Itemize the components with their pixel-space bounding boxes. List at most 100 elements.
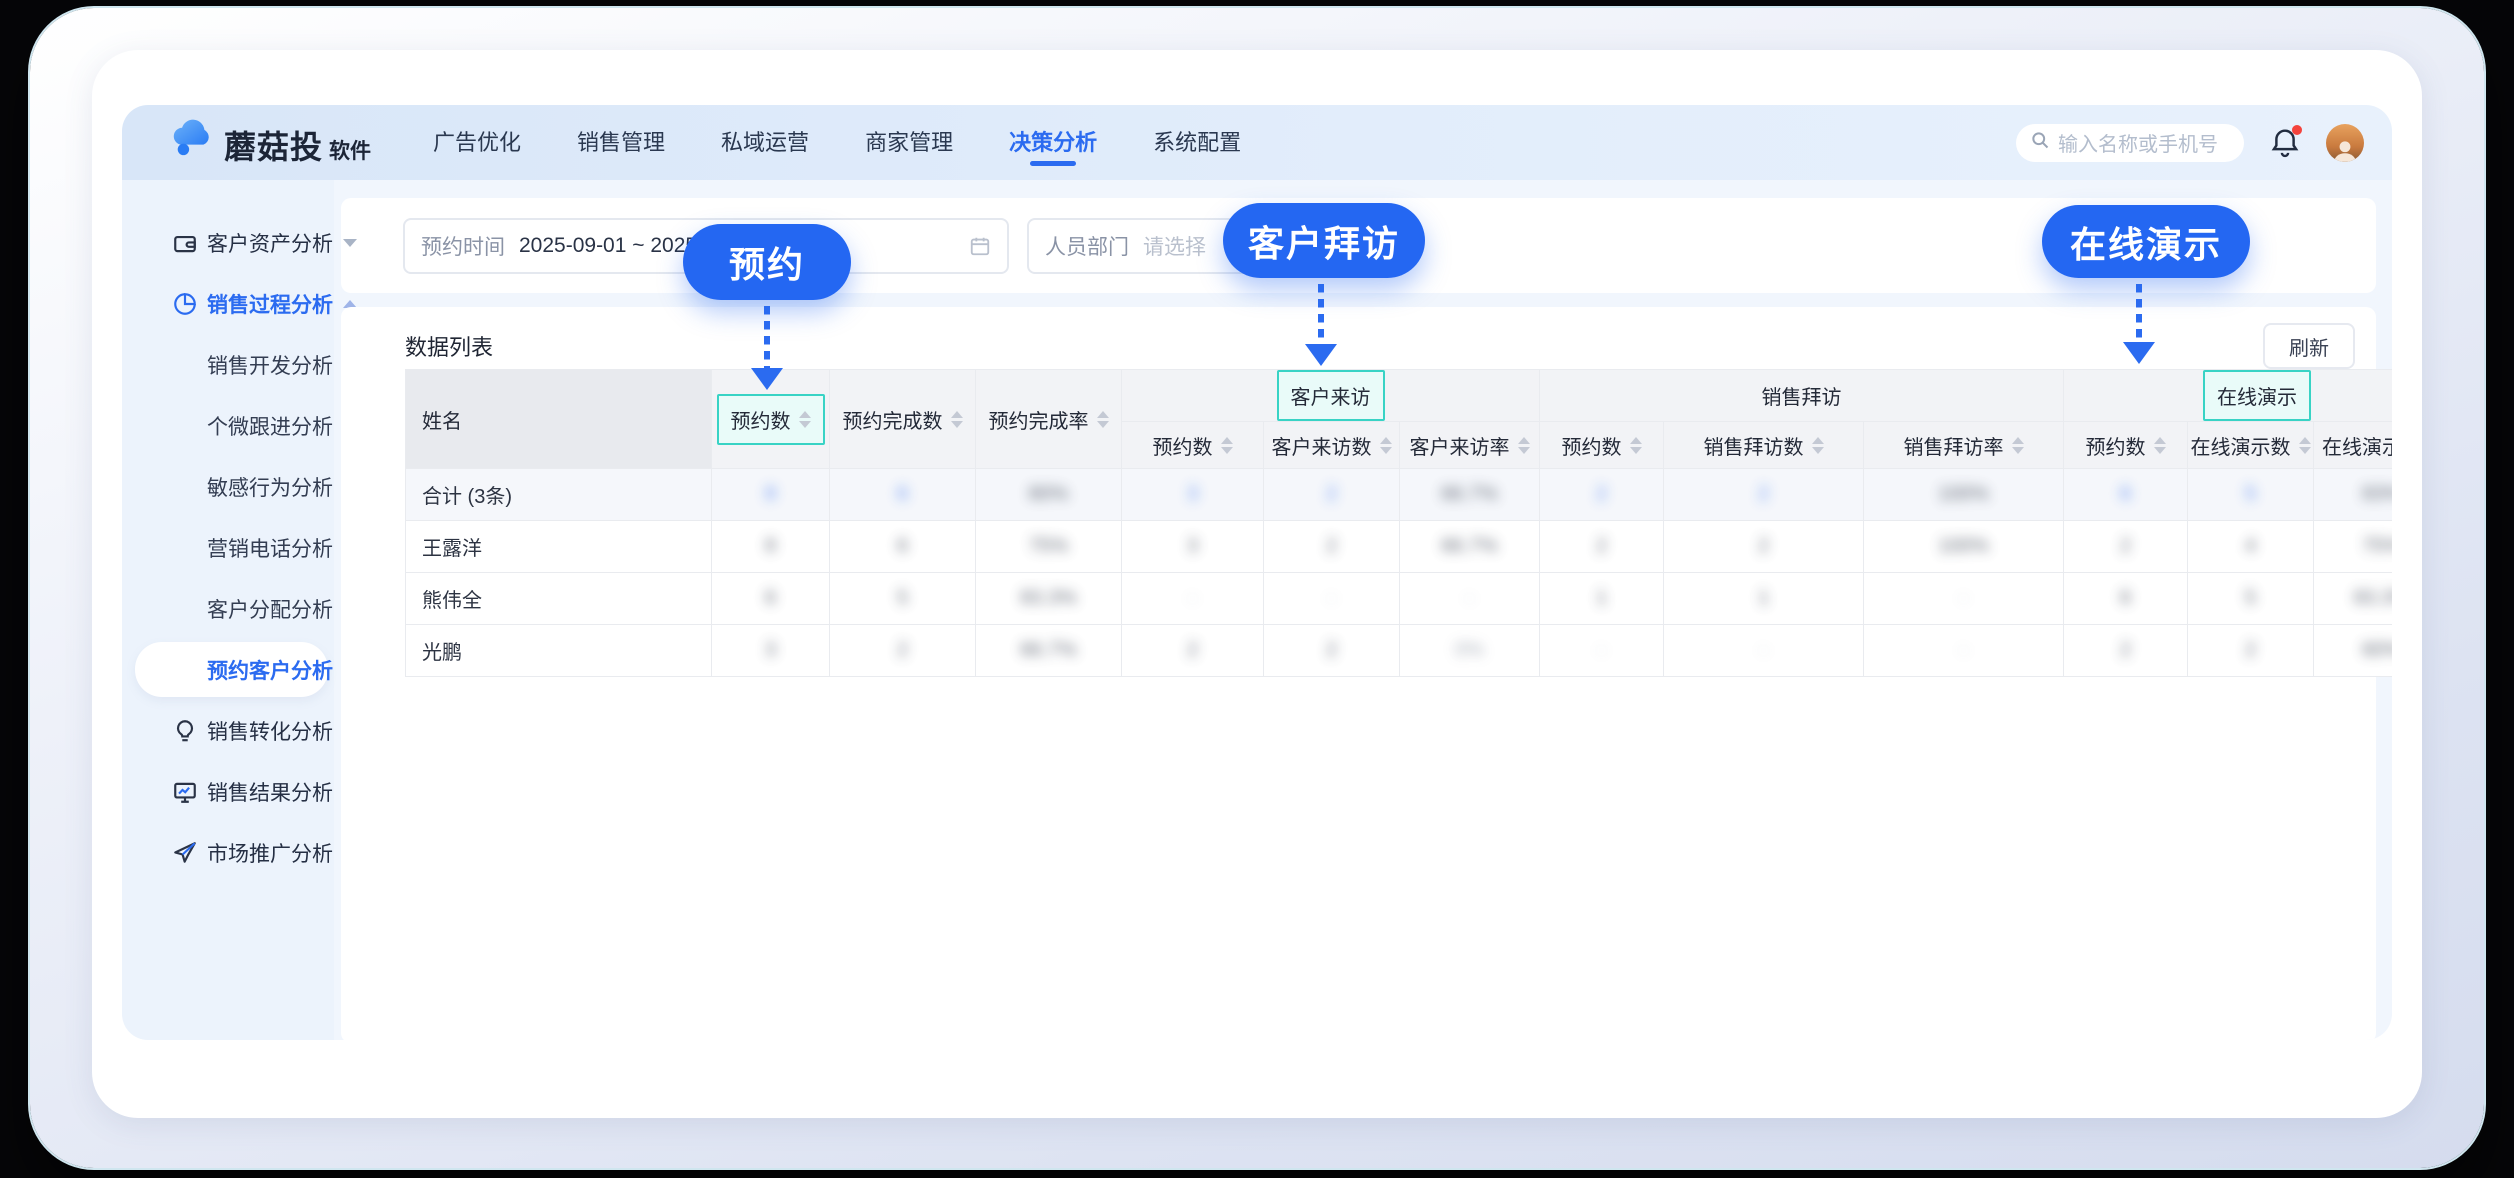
sidebar-item-客户分配分析[interactable]: 客户分配分析 xyxy=(122,578,334,639)
sidebar-item-敏感行为分析[interactable]: 敏感行为分析 xyxy=(122,456,334,517)
column-header-预约数[interactable]: 预约数 xyxy=(1540,422,1664,469)
data-cell: 4 xyxy=(2188,521,2314,573)
data-cell: 66.7% xyxy=(1400,521,1540,573)
sort-icon[interactable] xyxy=(1097,411,1109,428)
user-avatar[interactable] xyxy=(2326,124,2364,162)
sidebar-item-客户资产分析[interactable]: 客户资产分析 xyxy=(122,212,334,273)
main-content: 预约时间 2025-09-01 ~ 2025-10-14 xyxy=(334,180,2392,1040)
column-header-客户来访率[interactable]: 客户来访率 xyxy=(1400,422,1540,469)
table-row-光鹏: 光鹏3266.7%220%---2260% xyxy=(406,625,2393,677)
sort-icon[interactable] xyxy=(2012,437,2024,454)
notification-bell-icon[interactable] xyxy=(2270,127,2300,159)
topnav-item-私域运营[interactable]: 私域运营 xyxy=(721,105,809,180)
data-cell: 6 xyxy=(830,521,976,573)
top-bar: 蘑菇投 软件 广告优化销售管理私域运营商家管理决策分析系统配置 输入名称或手机号 xyxy=(122,105,2392,180)
sort-icon[interactable] xyxy=(2154,437,2166,454)
sidebar-item-销售结果分析[interactable]: 销售结果分析 xyxy=(122,761,334,822)
highlight-box: 客户来访 xyxy=(1277,370,1385,421)
panel-title: 数据列表 xyxy=(405,330,493,362)
sidebar-item-个微跟进分析[interactable]: 个微跟进分析 xyxy=(122,395,334,456)
brand-suffix: 软件 xyxy=(329,135,371,165)
sidebar-item-label: 客户资产分析 xyxy=(207,228,333,258)
sort-icon[interactable] xyxy=(2299,437,2311,454)
column-header-客户来访数[interactable]: 客户来访数 xyxy=(1264,422,1400,469)
column-header-在线演示率[interactable]: 在线演示率 xyxy=(2314,422,2392,469)
table-row-熊伟全: 熊伟全6583.3%---11-6583.3% xyxy=(406,573,2393,625)
sidebar-item-销售转化分析[interactable]: 销售转化分析 xyxy=(122,700,334,761)
department-label: 人员部门 xyxy=(1045,231,1129,261)
screenshot-stage: 蘑菇投 软件 广告优化销售管理私域运营商家管理决策分析系统配置 输入名称或手机号 xyxy=(0,0,2514,1178)
data-cell: 2 xyxy=(1264,469,1400,521)
search-icon xyxy=(2030,130,2050,155)
app-body: 客户资产分析销售过程分析销售开发分析个微跟进分析敏感行为分析营销电话分析客户分配… xyxy=(122,180,2392,1040)
sidebar-item-预约客户分析[interactable]: 预约客户分析 xyxy=(122,639,334,700)
column-header-预约完成数[interactable]: 预约完成数 xyxy=(830,370,976,469)
data-cell: - xyxy=(1122,573,1264,625)
data-cell: 2 xyxy=(1540,469,1664,521)
sidebar-item-市场推广分析[interactable]: 市场推广分析 xyxy=(122,822,334,883)
column-label: 在线演示率 xyxy=(2322,431,2392,460)
column-label: 预约数 xyxy=(731,405,791,434)
table-row-合计 (3条): 合计 (3条)8680%3266.7%22100%6583% xyxy=(406,469,2393,521)
topnav-item-商家管理[interactable]: 商家管理 xyxy=(865,105,953,180)
column-header-预约完成率[interactable]: 预约完成率 xyxy=(976,370,1122,469)
sidebar-item-label: 预约客户分析 xyxy=(207,655,333,685)
column-header-预约数[interactable]: 预约数 xyxy=(1122,422,1264,469)
data-cell: 2 xyxy=(1122,625,1264,677)
data-cell: 8 xyxy=(712,521,830,573)
topnav-item-决策分析[interactable]: 决策分析 xyxy=(1009,105,1097,180)
data-cell: 2 xyxy=(1664,469,1864,521)
bulb-icon xyxy=(172,718,198,744)
chevron-down-icon xyxy=(343,239,357,247)
top-navigation: 广告优化销售管理私域运营商家管理决策分析系统配置 xyxy=(433,105,1241,180)
data-cell: 2 xyxy=(830,625,976,677)
panel-header: 数据列表 刷新 xyxy=(405,307,2355,369)
column-header-销售拜访数[interactable]: 销售拜访数 xyxy=(1664,422,1864,469)
table-row-王露洋: 王露洋8675%3266.7%22100%2475% xyxy=(406,521,2393,573)
column-label: 客户来访数 xyxy=(1272,431,1372,460)
data-cell: 5 xyxy=(2188,573,2314,625)
cloud-logo-icon xyxy=(168,118,216,163)
data-cell: - xyxy=(1400,573,1540,625)
sidebar-item-label: 销售转化分析 xyxy=(207,716,333,746)
sort-icon[interactable] xyxy=(951,411,963,428)
sidebar-item-销售过程分析[interactable]: 销售过程分析 xyxy=(122,273,334,334)
column-header-销售拜访率[interactable]: 销售拜访率 xyxy=(1864,422,2064,469)
group-label: 客户来访 xyxy=(1291,381,1371,410)
sidebar-item-营销电话分析[interactable]: 营销电话分析 xyxy=(122,517,334,578)
data-list-panel: 数据列表 刷新 姓名预约数预约完成数预约完成率客户来访销售拜访在线演示预约数客户… xyxy=(341,307,2376,1040)
data-cell: 5 xyxy=(2188,469,2314,521)
topnav-item-广告优化[interactable]: 广告优化 xyxy=(433,105,521,180)
column-header-预约数[interactable]: 预约数 xyxy=(2064,422,2188,469)
column-header-在线演示数[interactable]: 在线演示数 xyxy=(2188,422,2314,469)
row-name: 光鹏 xyxy=(406,625,712,677)
callout-customer-visit-arrow-icon xyxy=(1305,344,1337,366)
brand-logo: 蘑菇投 软件 xyxy=(168,118,371,168)
data-cell: 83% xyxy=(2314,469,2392,521)
sort-icon[interactable] xyxy=(1812,437,1824,454)
sort-icon[interactable] xyxy=(1221,437,1233,454)
row-name: 王露洋 xyxy=(406,521,712,573)
sort-icon[interactable] xyxy=(799,411,811,428)
sort-icon[interactable] xyxy=(1380,437,1392,454)
sidebar-item-销售开发分析[interactable]: 销售开发分析 xyxy=(122,334,334,395)
search-input[interactable]: 输入名称或手机号 xyxy=(2016,124,2244,162)
data-cell: - xyxy=(1540,625,1664,677)
callout-appointment-bubble: 预约 xyxy=(683,224,851,300)
group-label: 在线演示 xyxy=(2217,381,2297,410)
data-cell: 83.3% xyxy=(2314,573,2392,625)
data-cell: 66.7% xyxy=(976,625,1122,677)
data-cell: - xyxy=(1864,573,2064,625)
data-cell: 6 xyxy=(2064,573,2188,625)
column-label: 客户来访率 xyxy=(1410,431,1510,460)
data-cell: 2 xyxy=(1264,521,1400,573)
monitor-icon xyxy=(172,779,198,805)
topnav-item-销售管理[interactable]: 销售管理 xyxy=(577,105,665,180)
group-header-客户来访: 客户来访 xyxy=(1122,370,1540,422)
column-label: 销售拜访率 xyxy=(1904,431,2004,460)
refresh-button[interactable]: 刷新 xyxy=(2263,323,2355,369)
sort-icon[interactable] xyxy=(1630,437,1642,454)
data-cell: 2 xyxy=(2064,625,2188,677)
sort-icon[interactable] xyxy=(1518,437,1530,454)
topnav-item-系统配置[interactable]: 系统配置 xyxy=(1153,105,1241,180)
